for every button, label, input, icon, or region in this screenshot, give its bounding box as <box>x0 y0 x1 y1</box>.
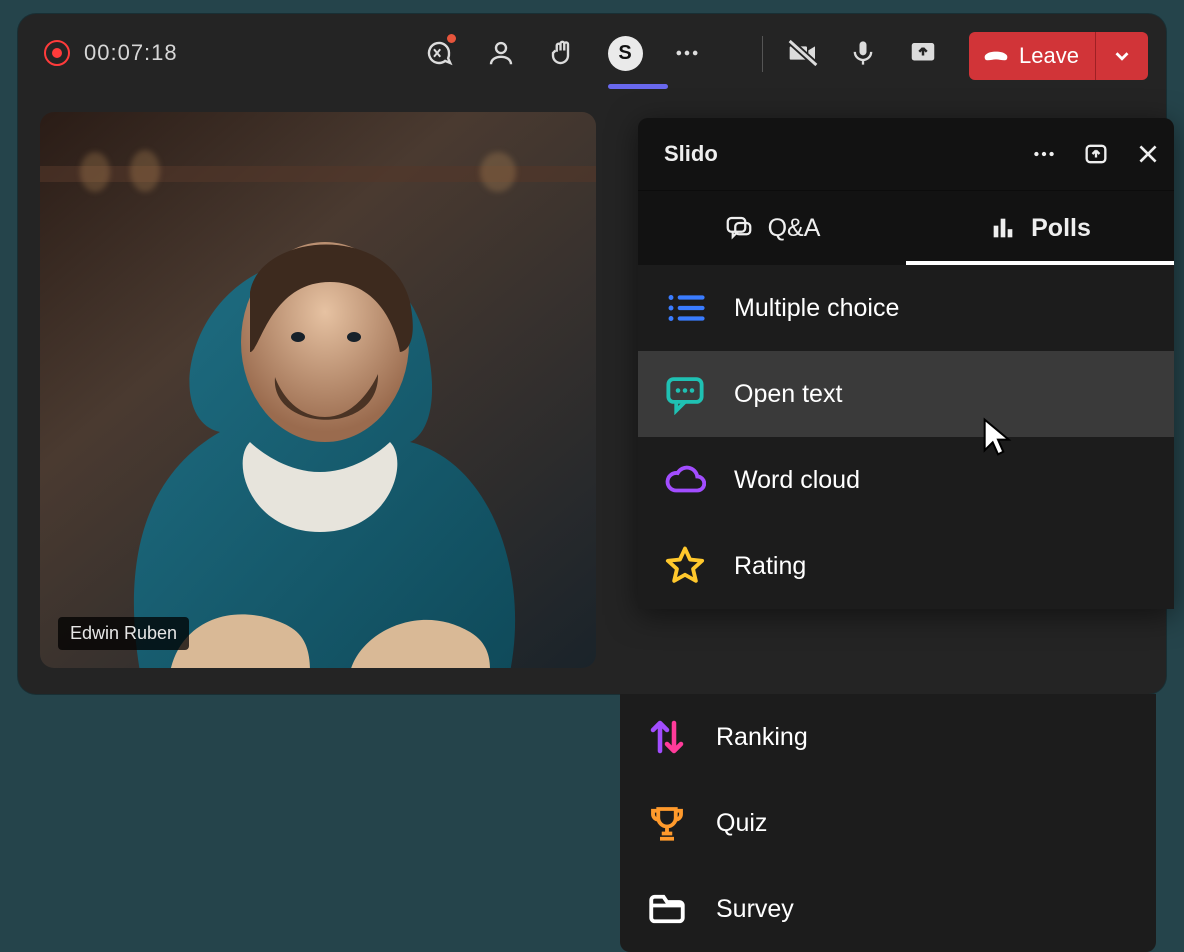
participant-video-tile[interactable]: Edwin Ruben <box>40 112 596 668</box>
slido-panel-header: Slido <box>638 118 1174 190</box>
tab-qna[interactable]: Q&A <box>638 191 906 265</box>
camera-button[interactable] <box>778 28 828 78</box>
leave-expand-button[interactable] <box>1095 32 1148 80</box>
recording-indicator-icon <box>44 40 70 66</box>
poll-type-label: Multiple choice <box>734 294 899 323</box>
poll-type-list-overflow: Ranking Quiz Survey <box>620 694 1156 952</box>
toolbar-divider <box>762 36 763 72</box>
hangup-icon <box>983 43 1009 69</box>
cloud-icon <box>664 459 706 501</box>
chat-button[interactable] <box>414 28 464 78</box>
list-icon <box>664 287 706 329</box>
leave-label: Leave <box>1019 43 1079 69</box>
slido-app-button[interactable]: S <box>600 28 650 78</box>
slido-app-icon: S <box>608 36 643 71</box>
leave-button-group: Leave <box>969 32 1148 80</box>
poll-type-label: Survey <box>716 895 794 924</box>
folder-icon <box>646 888 688 930</box>
poll-type-multiple-choice[interactable]: Multiple choice <box>638 265 1174 351</box>
poll-type-quiz[interactable]: Quiz <box>620 780 1156 866</box>
poll-type-list: Multiple choice Open text Word cloud Rat… <box>638 265 1174 609</box>
participant-silhouette <box>110 202 530 668</box>
popout-icon <box>1082 140 1110 168</box>
elapsed-time: 00:07:18 <box>84 40 178 66</box>
active-app-underline <box>608 84 668 89</box>
panel-popout-button[interactable] <box>1070 128 1122 180</box>
participant-name-label: Edwin Ruben <box>58 617 189 650</box>
tab-polls[interactable]: Polls <box>906 191 1174 265</box>
tab-qna-label: Q&A <box>768 214 821 243</box>
slido-panel: Slido Q&A Polls Multiple <box>638 118 1174 609</box>
close-icon <box>1135 141 1161 167</box>
panel-more-button[interactable] <box>1018 128 1070 180</box>
toolbar-right-icons <box>778 14 948 92</box>
share-screen-button[interactable] <box>898 28 948 78</box>
slido-panel-title: Slido <box>664 141 1018 167</box>
ranking-icon <box>646 716 688 758</box>
chevron-down-icon <box>1111 45 1133 67</box>
toolbar-center-icons: S <box>414 14 712 92</box>
poll-type-open-text[interactable]: Open text <box>638 351 1174 437</box>
poll-type-label: Open text <box>734 380 842 409</box>
poll-type-label: Ranking <box>716 723 808 752</box>
background-blur <box>80 152 110 192</box>
trophy-icon <box>646 802 688 844</box>
background-blur <box>480 152 516 192</box>
poll-type-label: Rating <box>734 552 806 581</box>
more-actions-button[interactable] <box>662 28 712 78</box>
people-button[interactable] <box>476 28 526 78</box>
poll-type-label: Quiz <box>716 809 767 838</box>
star-icon <box>664 545 706 587</box>
qna-icon <box>724 213 754 243</box>
more-icon <box>1031 141 1057 167</box>
tab-polls-label: Polls <box>1031 214 1091 243</box>
poll-type-ranking[interactable]: Ranking <box>620 694 1156 780</box>
poll-type-word-cloud[interactable]: Word cloud <box>638 437 1174 523</box>
raise-hand-button[interactable] <box>538 28 588 78</box>
leave-button[interactable]: Leave <box>969 32 1095 80</box>
mic-button[interactable] <box>838 28 888 78</box>
meeting-window: 00:07:18 S <box>18 14 1166 694</box>
background-blur <box>130 150 160 192</box>
slido-tabs: Q&A Polls <box>638 190 1174 265</box>
meeting-toolbar: 00:07:18 S <box>18 14 1166 92</box>
poll-type-label: Word cloud <box>734 466 860 495</box>
panel-close-button[interactable] <box>1122 128 1174 180</box>
speech-bubble-icon <box>664 373 706 415</box>
poll-type-survey[interactable]: Survey <box>620 866 1156 952</box>
polls-icon <box>989 214 1017 242</box>
poll-type-rating[interactable]: Rating <box>638 523 1174 609</box>
